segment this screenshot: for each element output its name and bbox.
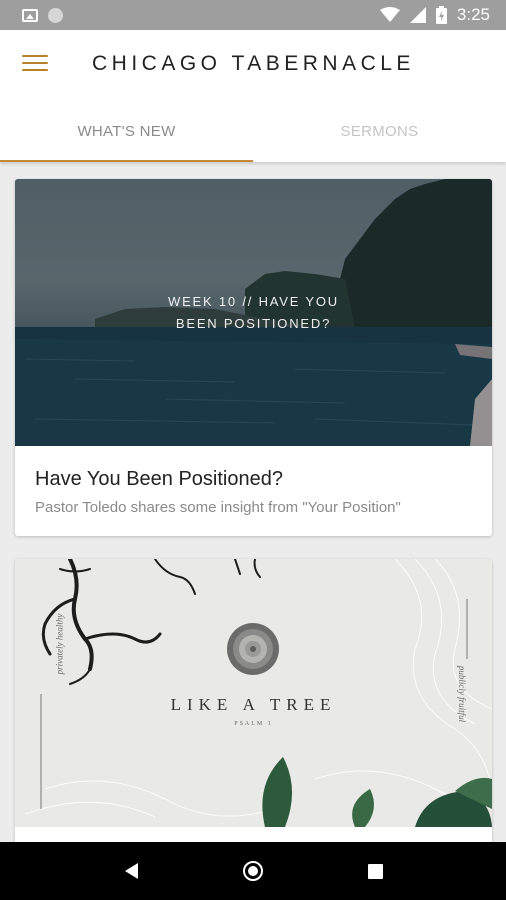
feed-card[interactable]: LIKE A TREE PSALM 1 privately healthy pu…	[15, 559, 492, 842]
signal-icon	[409, 7, 426, 23]
caption-line-2: BEEN POSITIONED?	[175, 316, 332, 331]
card-title: Have You Been Positioned?	[35, 468, 283, 490]
battery-icon	[435, 6, 447, 24]
notification-dot-icon	[48, 7, 63, 23]
menu-icon[interactable]	[22, 55, 48, 75]
tab-sermons[interactable]: SERMONS	[253, 100, 506, 162]
card-image: LIKE A TREE PSALM 1 privately healthy pu…	[15, 559, 492, 827]
back-button[interactable]	[111, 851, 151, 891]
status-bar: 3:25	[0, 0, 506, 30]
card-image-subtitle: PSALM 1	[234, 721, 273, 727]
caption-line-1: WEEK 10 // HAVE YOU	[168, 294, 339, 309]
feed-list[interactable]: WEEK 10 // HAVE YOU BEEN POSITIONED? Hav…	[0, 162, 506, 842]
status-time: 3:25	[456, 5, 490, 24]
side-text-right: publicly fruitful	[456, 665, 467, 723]
recents-button[interactable]	[355, 851, 395, 891]
feed-card[interactable]: WEEK 10 // HAVE YOU BEEN POSITIONED? Hav…	[15, 179, 492, 536]
wifi-icon	[379, 7, 400, 22]
card-subtitle: Pastor Toledo shares some insight from "…	[35, 499, 401, 516]
app-title: CHICAGO TABERNACLE	[92, 52, 415, 75]
tab-whats-new[interactable]: WHAT'S NEW	[0, 100, 253, 162]
card-image-caption: WEEK 10 // HAVE YOU BEEN POSITIONED?	[15, 291, 492, 335]
image-notification-icon	[22, 8, 38, 22]
card-body: Have You Been Positioned? Pastor Toledo …	[15, 446, 492, 516]
back-icon	[124, 863, 138, 879]
side-text-left: privately healthy	[54, 613, 65, 675]
home-button[interactable]	[233, 851, 273, 891]
system-nav-bar	[0, 842, 506, 900]
card-image-title: LIKE A TREE	[170, 695, 337, 714]
tab-bar: WHAT'S NEW SERMONS	[0, 100, 506, 162]
app-bar: CHICAGO TABERNACLE	[0, 30, 506, 100]
recents-icon	[367, 863, 383, 879]
tree-illustration	[24, 559, 492, 827]
home-icon	[243, 861, 263, 881]
card-image: WEEK 10 // HAVE YOU BEEN POSITIONED?	[15, 179, 492, 446]
